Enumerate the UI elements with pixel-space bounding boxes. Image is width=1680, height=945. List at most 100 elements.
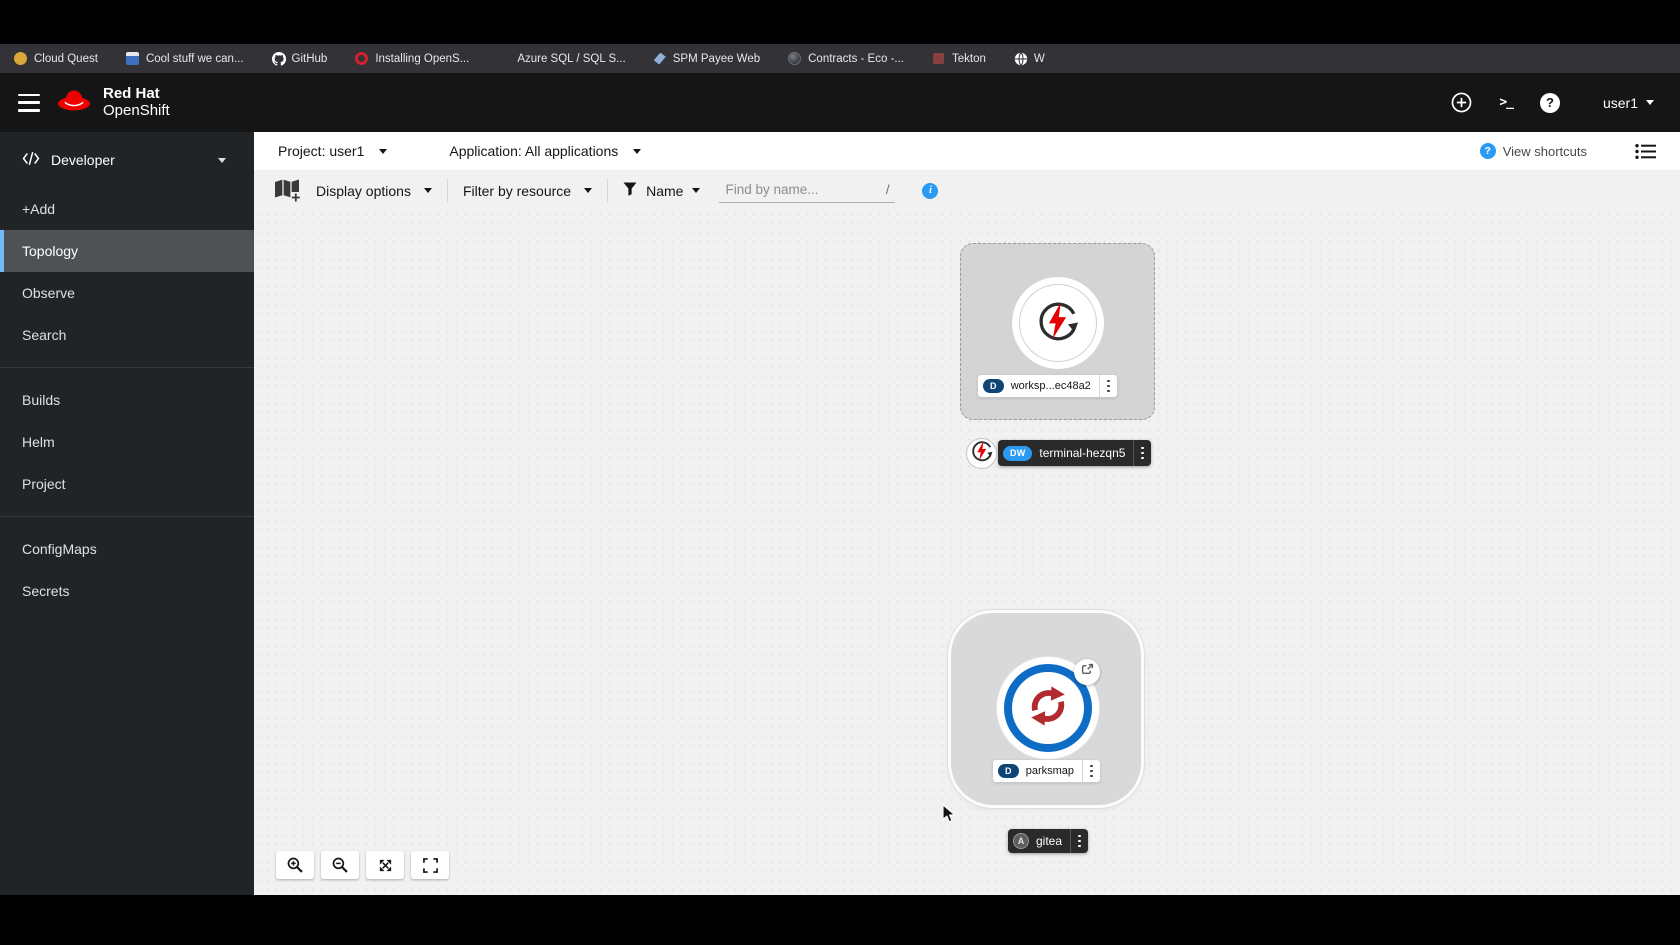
view-shortcuts-label: View shortcuts (1502, 143, 1587, 159)
bookmark-label: Cool stuff we can... (145, 52, 244, 65)
external-link-icon (1081, 663, 1094, 681)
bookmark-label: SPM Payee Web (672, 52, 761, 65)
nav-group-main: +Add Topology Observe Search (0, 184, 254, 360)
sidebar-item-secrets[interactable]: Secrets (0, 570, 254, 612)
user-menu[interactable]: user1 (1603, 95, 1654, 111)
sidebar-item-add[interactable]: +Add (0, 188, 254, 230)
kebab-menu-icon[interactable] (1083, 764, 1100, 778)
bookmark-installing-openshift[interactable]: Installing OpenS... (355, 52, 469, 65)
openshift-icon (355, 52, 369, 65)
divider (607, 178, 609, 203)
openshift-app-icon (1025, 683, 1071, 734)
bookmark-w[interactable]: W (1014, 52, 1045, 66)
list-view-toggle-icon[interactable] (1635, 143, 1656, 160)
topology-controls (276, 851, 449, 879)
zoom-out-button[interactable] (321, 851, 359, 879)
wing-icon (653, 52, 666, 65)
open-url-decorator[interactable] (1074, 659, 1100, 685)
microsoft-icon (497, 52, 510, 65)
filter-by-resource-dropdown[interactable]: Filter by resource (463, 183, 593, 199)
masthead-toolbar: >_ ? user1 (1451, 92, 1654, 113)
bookmark-label: Contracts - Eco -... (808, 52, 904, 65)
reset-view-button[interactable] (411, 851, 449, 879)
deployment-badge: D (983, 379, 1004, 393)
gitea-node-label[interactable]: A gitea (1008, 829, 1088, 853)
application-dropdown[interactable]: Application: All applications (449, 143, 642, 159)
bookmark-tekton[interactable]: Tekton (932, 52, 986, 65)
redhat-hat-icon (56, 87, 92, 119)
node-name: terminal-hezqn5 (1039, 446, 1126, 460)
main-area: Project: user1 Application: All applicat… (254, 132, 1680, 895)
chevron-down-icon (584, 188, 593, 193)
bookmark-github[interactable]: GitHub (271, 52, 327, 66)
kebab-menu-icon[interactable] (1134, 446, 1151, 460)
bookmark-label: Tekton (951, 52, 986, 65)
devworkspace-icon (1035, 298, 1081, 349)
import-plus-circle-icon[interactable] (1451, 92, 1472, 113)
globe-icon (1014, 52, 1028, 66)
project-dropdown[interactable]: Project: user1 (278, 143, 388, 159)
bookmark-label: Cloud Quest (34, 52, 98, 65)
mouse-cursor (941, 803, 957, 829)
kebab-menu-icon[interactable] (1071, 834, 1088, 848)
parksmap-node-label[interactable]: D parksmap (993, 760, 1100, 782)
nav-group-config: ConfigMaps Secrets (0, 516, 254, 616)
brand-logo[interactable]: Red Hat OpenShift (56, 86, 170, 118)
filter-funnel-icon (623, 182, 637, 199)
sidebar-item-configmaps[interactable]: ConfigMaps (0, 528, 254, 570)
masthead: Red Hat OpenShift >_ ? user1 (0, 73, 1680, 132)
help-icon[interactable]: ? (1539, 92, 1560, 113)
context-bar: Project: user1 Application: All applicat… (254, 132, 1680, 171)
node-name: worksp...ec48a2 (1010, 380, 1091, 392)
bookmark-contracts[interactable]: Contracts - Eco -... (788, 52, 904, 65)
web-terminal-icon[interactable]: >_ (1499, 95, 1514, 110)
chevron-down-icon (423, 188, 432, 193)
brand-text: Red Hat OpenShift (103, 85, 170, 119)
code-icon (22, 151, 40, 169)
sidebar-item-builds[interactable]: Builds (0, 379, 254, 421)
sidebar: Developer +Add Topology Observe Search B… (0, 132, 254, 895)
devworkspace-badge: DW (1003, 445, 1033, 461)
chevron-down-icon (1646, 100, 1654, 105)
sidebar-item-helm[interactable]: Helm (0, 421, 254, 463)
find-by-name-field[interactable]: / (719, 178, 896, 203)
sidebar-item-topology[interactable]: Topology (0, 230, 254, 272)
name-filter-label: Name (646, 182, 684, 199)
sidebar-item-project[interactable]: Project (0, 463, 254, 505)
menu-toggle-icon[interactable] (18, 93, 40, 112)
search-input[interactable] (725, 182, 878, 197)
globe-dark-icon (788, 52, 802, 65)
topology-canvas[interactable]: D worksp...ec48a2 DW terminal-hezqn5 D p… (254, 210, 1680, 895)
zoom-in-button[interactable] (276, 851, 314, 879)
export-application-icon[interactable] (274, 178, 301, 203)
view-shortcuts-link[interactable]: ? View shortcuts (1479, 143, 1587, 159)
chevron-down-icon (218, 157, 226, 163)
node-name: gitea (1036, 834, 1063, 848)
application-dropdown-label: Application: All applications (449, 143, 619, 159)
github-icon (271, 52, 286, 66)
workspace-node[interactable] (1011, 276, 1105, 370)
bookmark-azure-sql[interactable]: Azure SQL / SQL S... (497, 52, 625, 65)
brand-line1: Red Hat (103, 85, 160, 103)
workspace-node-label[interactable]: D worksp...ec48a2 (978, 375, 1117, 397)
terminal-node-label[interactable]: DW terminal-hezqn5 (998, 440, 1152, 466)
terminal-node[interactable] (966, 438, 997, 469)
name-filter-dropdown[interactable]: Name (623, 182, 701, 199)
kebab-menu-icon[interactable] (1100, 379, 1117, 393)
browser-bookmarks-bar: Cloud Quest Cool stuff we can... GitHub … (0, 44, 1680, 73)
bookmark-cloud-quest[interactable]: Cloud Quest (14, 52, 98, 65)
sidebar-item-search[interactable]: Search (0, 314, 254, 356)
bookmark-label: Installing OpenS... (375, 52, 470, 65)
bookmark-cool-stuff[interactable]: Cool stuff we can... (125, 52, 244, 65)
fit-to-screen-button[interactable] (366, 851, 404, 879)
username: user1 (1602, 94, 1638, 111)
bookmark-spm-payee[interactable]: SPM Payee Web (653, 52, 761, 65)
bookmark-label: W (1033, 52, 1045, 65)
display-options-label: Display options (316, 182, 411, 199)
perspective-switcher[interactable]: Developer (0, 132, 254, 184)
letterbox-bottom (0, 895, 1680, 945)
node-name: parksmap (1025, 765, 1074, 777)
info-icon[interactable]: i (922, 182, 939, 199)
display-options-dropdown[interactable]: Display options (316, 183, 432, 199)
sidebar-item-observe[interactable]: Observe (0, 272, 254, 314)
